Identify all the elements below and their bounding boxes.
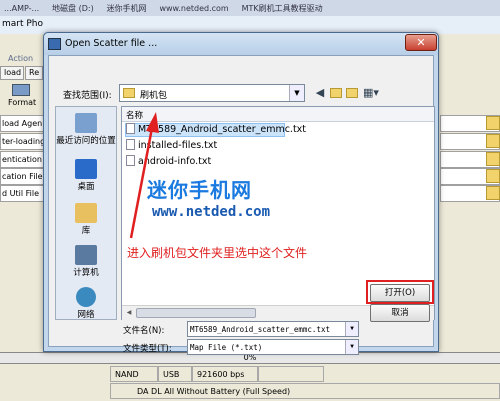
annotation-arrow: [129, 112, 159, 239]
annotation-text: 进入刷机包文件夹里选中这个文件: [127, 246, 308, 260]
